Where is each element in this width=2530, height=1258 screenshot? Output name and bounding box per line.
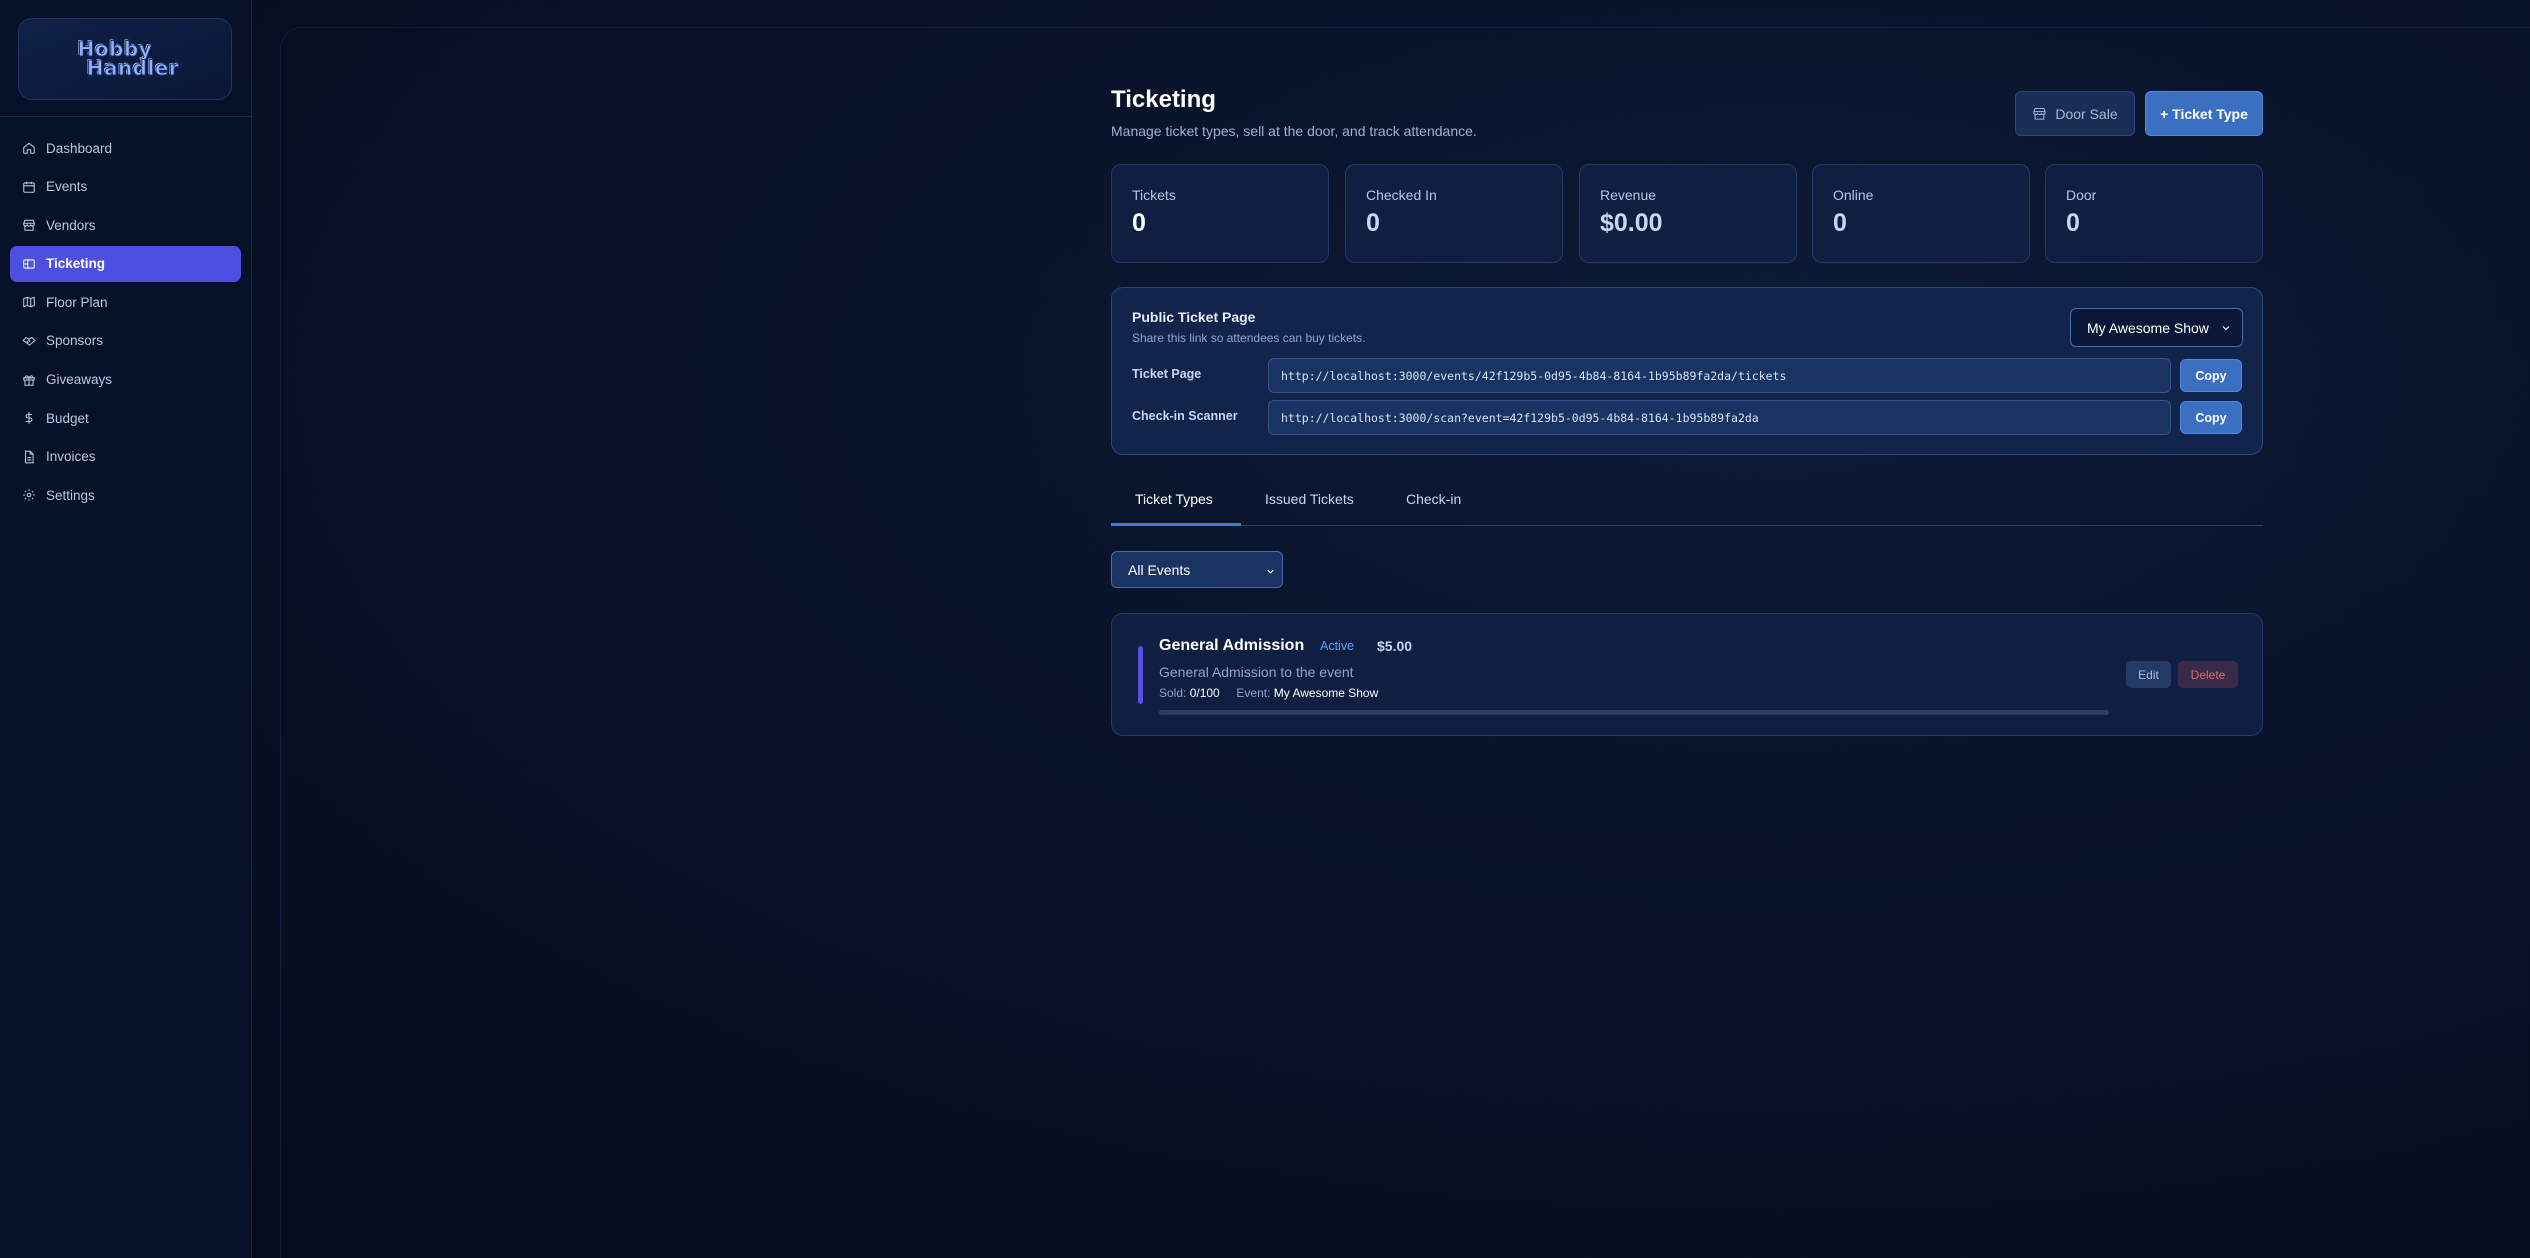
events-filter-value: All Events	[1128, 561, 1191, 578]
page-title: Ticketing	[1111, 86, 1216, 113]
page-subtitle: Manage ticket types, sell at the door, a…	[1111, 123, 1477, 139]
stat-label: Checked In	[1366, 187, 1437, 203]
tab-check-in[interactable]: Check-in	[1406, 480, 1461, 526]
handshake-icon	[22, 334, 36, 348]
event-select[interactable]: My Awesome Show	[2070, 308, 2243, 347]
status-badge: Active	[1320, 639, 1355, 653]
tab-bar: Ticket Types Issued Tickets Check-in	[1111, 480, 2263, 526]
panel-title: Public Ticket Page	[1132, 309, 1256, 325]
door-sale-label: Door Sale	[2055, 105, 2118, 122]
dollar-icon	[22, 411, 36, 425]
add-ticket-type-button[interactable]: + Ticket Type	[2145, 91, 2263, 136]
copy-ticket-page-button[interactable]: Copy	[2180, 359, 2242, 392]
copy-scanner-button[interactable]: Copy	[2180, 401, 2242, 434]
sidebar-item-label: Sponsors	[46, 333, 104, 349]
calendar-icon	[22, 180, 36, 194]
gear-icon	[22, 488, 36, 502]
sidebar-divider	[0, 116, 252, 117]
active-tab-indicator	[1111, 523, 1241, 526]
sold-label: Sold:	[1159, 686, 1187, 700]
ticket-meta: Sold: 0/100 Event: My Awesome Show	[1159, 686, 1378, 700]
app-logo[interactable]: Hobby Handler	[18, 18, 232, 100]
sidebar-item-label: Vendors	[46, 217, 96, 233]
tab-ticket-types[interactable]: Ticket Types	[1135, 480, 1213, 526]
logo-wordmark: Hobby Handler	[77, 37, 180, 80]
stat-card-door: Door 0	[2045, 164, 2263, 263]
scanner-label: Check-in Scanner	[1132, 409, 1238, 423]
stat-card-tickets: Tickets 0	[1111, 164, 1329, 263]
chevron-down-icon	[1265, 564, 1276, 580]
ticket-type-card: General Admission Active $5.00 General A…	[1111, 613, 2263, 736]
delete-button[interactable]: Delete	[2178, 661, 2238, 688]
stat-value: 0	[2066, 209, 2080, 237]
sold-count: 0/100	[1189, 686, 1220, 700]
event-select-value: My Awesome Show	[2087, 319, 2209, 336]
sidebar-item-label: Ticketing	[46, 256, 106, 272]
sidebar-nav: Dashboard Events Vendors Ticketing Floor…	[10, 130, 241, 516]
scanner-url-field[interactable]: http://localhost:3000/scan?event=42f129b…	[1268, 400, 2171, 435]
ticket-icon	[22, 257, 36, 271]
sidebar-item-floor-plan[interactable]: Floor Plan	[10, 284, 241, 320]
public-ticket-page-panel: Public Ticket Page Share this link so at…	[1111, 287, 2263, 455]
sidebar-item-label: Events	[46, 179, 88, 195]
stat-label: Door	[2066, 187, 2097, 203]
map-icon	[22, 295, 36, 309]
sidebar-item-label: Dashboard	[46, 140, 113, 156]
ticket-page-label: Ticket Page	[1132, 367, 1202, 381]
ticket-type-name: General Admission	[1159, 637, 1305, 654]
sidebar-item-label: Floor Plan	[46, 294, 108, 310]
home-icon	[22, 141, 36, 155]
event-label: Event:	[1236, 686, 1271, 700]
sidebar: Hobby Handler Dashboard Events Vendors T…	[0, 0, 252, 1258]
sidebar-item-sponsors[interactable]: Sponsors	[10, 323, 241, 359]
stat-value: 0	[1833, 209, 1847, 237]
sidebar-item-label: Budget	[46, 410, 89, 426]
sidebar-item-budget[interactable]: Budget	[10, 400, 241, 436]
ticket-price: $5.00	[1377, 638, 1413, 654]
stat-label: Revenue	[1600, 187, 1657, 203]
sidebar-item-label: Settings	[46, 487, 95, 503]
sidebar-item-giveaways[interactable]: Giveaways	[10, 362, 241, 398]
sidebar-item-invoices[interactable]: Invoices	[10, 439, 241, 475]
file-icon	[22, 450, 36, 464]
ticket-description: General Admission to the event	[1159, 664, 1354, 680]
sidebar-item-ticketing[interactable]: Ticketing	[10, 245, 241, 282]
sidebar-item-events[interactable]: Events	[10, 169, 241, 205]
door-sale-button[interactable]: Door Sale	[2015, 91, 2135, 136]
chevron-down-icon	[2220, 321, 2232, 337]
event-name: My Awesome Show	[1273, 686, 1379, 700]
main-panel: Ticketing Manage ticket types, sell at t…	[280, 27, 2530, 1258]
store-icon	[22, 218, 36, 232]
stat-card-online: Online 0	[1812, 164, 2030, 263]
sidebar-item-label: Giveaways	[46, 372, 113, 388]
sidebar-item-dashboard[interactable]: Dashboard	[10, 130, 241, 166]
store-icon	[2033, 108, 2046, 120]
panel-subtitle: Share this link so attendees can buy tic…	[1132, 331, 1366, 345]
stat-value: $0.00	[1600, 209, 1663, 237]
stat-card-checked-in: Checked In 0	[1345, 164, 1563, 263]
stat-card-revenue: Revenue $0.00	[1579, 164, 1797, 263]
sidebar-item-label: Invoices	[46, 449, 96, 465]
events-filter-select[interactable]: All Events	[1111, 551, 1283, 588]
stat-value: 0	[1132, 209, 1146, 237]
ticket-color-bar	[1138, 646, 1143, 704]
gift-icon	[22, 373, 36, 387]
stat-label: Online	[1833, 187, 1874, 203]
tab-issued-tickets[interactable]: Issued Tickets	[1265, 480, 1354, 526]
stat-label: Tickets	[1132, 187, 1176, 203]
edit-button[interactable]: Edit	[2126, 661, 2171, 688]
stat-value: 0	[1366, 209, 1380, 237]
ticket-page-url-field[interactable]: http://localhost:3000/events/42f129b5-0d…	[1268, 358, 2171, 393]
sold-progress-bar	[1159, 710, 2109, 715]
sidebar-item-vendors[interactable]: Vendors	[10, 207, 241, 243]
sidebar-item-settings[interactable]: Settings	[10, 477, 241, 513]
